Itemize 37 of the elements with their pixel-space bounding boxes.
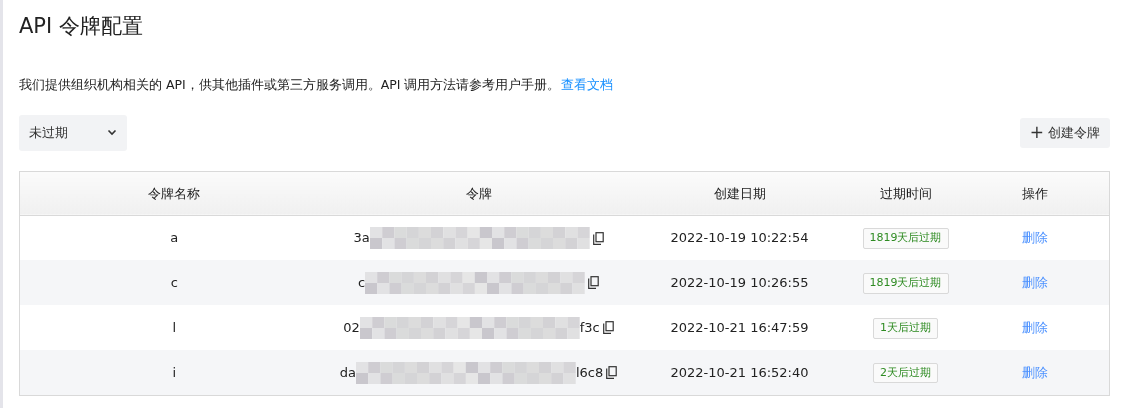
- chevron-down-icon: [107, 129, 117, 137]
- token-name: i: [172, 364, 177, 380]
- token-text: c: [357, 274, 366, 292]
- column-header: 创建日期: [628, 171, 851, 216]
- expiry-tag: 2天后过期: [873, 362, 938, 384]
- delete-link[interactable]: 删除: [1021, 364, 1048, 380]
- copy-icon[interactable]: [606, 366, 618, 379]
- token-text: f3c: [579, 319, 600, 337]
- created-date: 2022-10-21 16:47:59: [670, 320, 809, 335]
- token-text: da: [339, 363, 356, 382]
- token-text: 02: [343, 319, 360, 337]
- column-header: 过期时间: [850, 171, 961, 216]
- expiry-tag: 1819天后过期: [862, 228, 949, 249]
- delete-link[interactable]: 删除: [1021, 275, 1048, 290]
- created-date: 2022-10-21 16:52:40: [670, 364, 809, 380]
- delete-link[interactable]: 删除: [1021, 320, 1048, 335]
- description: 我们提供组织机构相关的 API，供其他插件或第三方服务调用。API 调用方法请参考用户手册。查看文档: [19, 76, 614, 94]
- copy-icon[interactable]: [602, 321, 614, 335]
- token-text: l6c8: [575, 363, 604, 382]
- created-date: 2022-10-19 10:22:54: [670, 230, 809, 246]
- token-text: 3a: [353, 229, 370, 248]
- column-header: 令牌名称: [19, 171, 329, 216]
- create-token-button[interactable]: + 创建令牌: [1019, 117, 1110, 148]
- docs-link[interactable]: 查看文档: [560, 77, 613, 92]
- page-title: API 令牌配置: [19, 13, 144, 40]
- token-name: a: [170, 230, 179, 246]
- token-name: l: [172, 320, 177, 335]
- expiry-tag: 1819天后过期: [862, 273, 949, 294]
- token-name: c: [170, 275, 178, 290]
- created-date: 2022-10-19 10:26:55: [670, 275, 809, 290]
- expiry-tag: 1天后过期: [873, 318, 938, 339]
- column-header: 令牌: [328, 171, 629, 216]
- filter-dropdown[interactable]: 未过期: [19, 114, 127, 151]
- delete-link[interactable]: 删除: [1021, 230, 1048, 246]
- copy-icon[interactable]: [592, 231, 604, 245]
- column-header: 操作: [960, 171, 1110, 216]
- copy-icon[interactable]: [588, 276, 600, 290]
